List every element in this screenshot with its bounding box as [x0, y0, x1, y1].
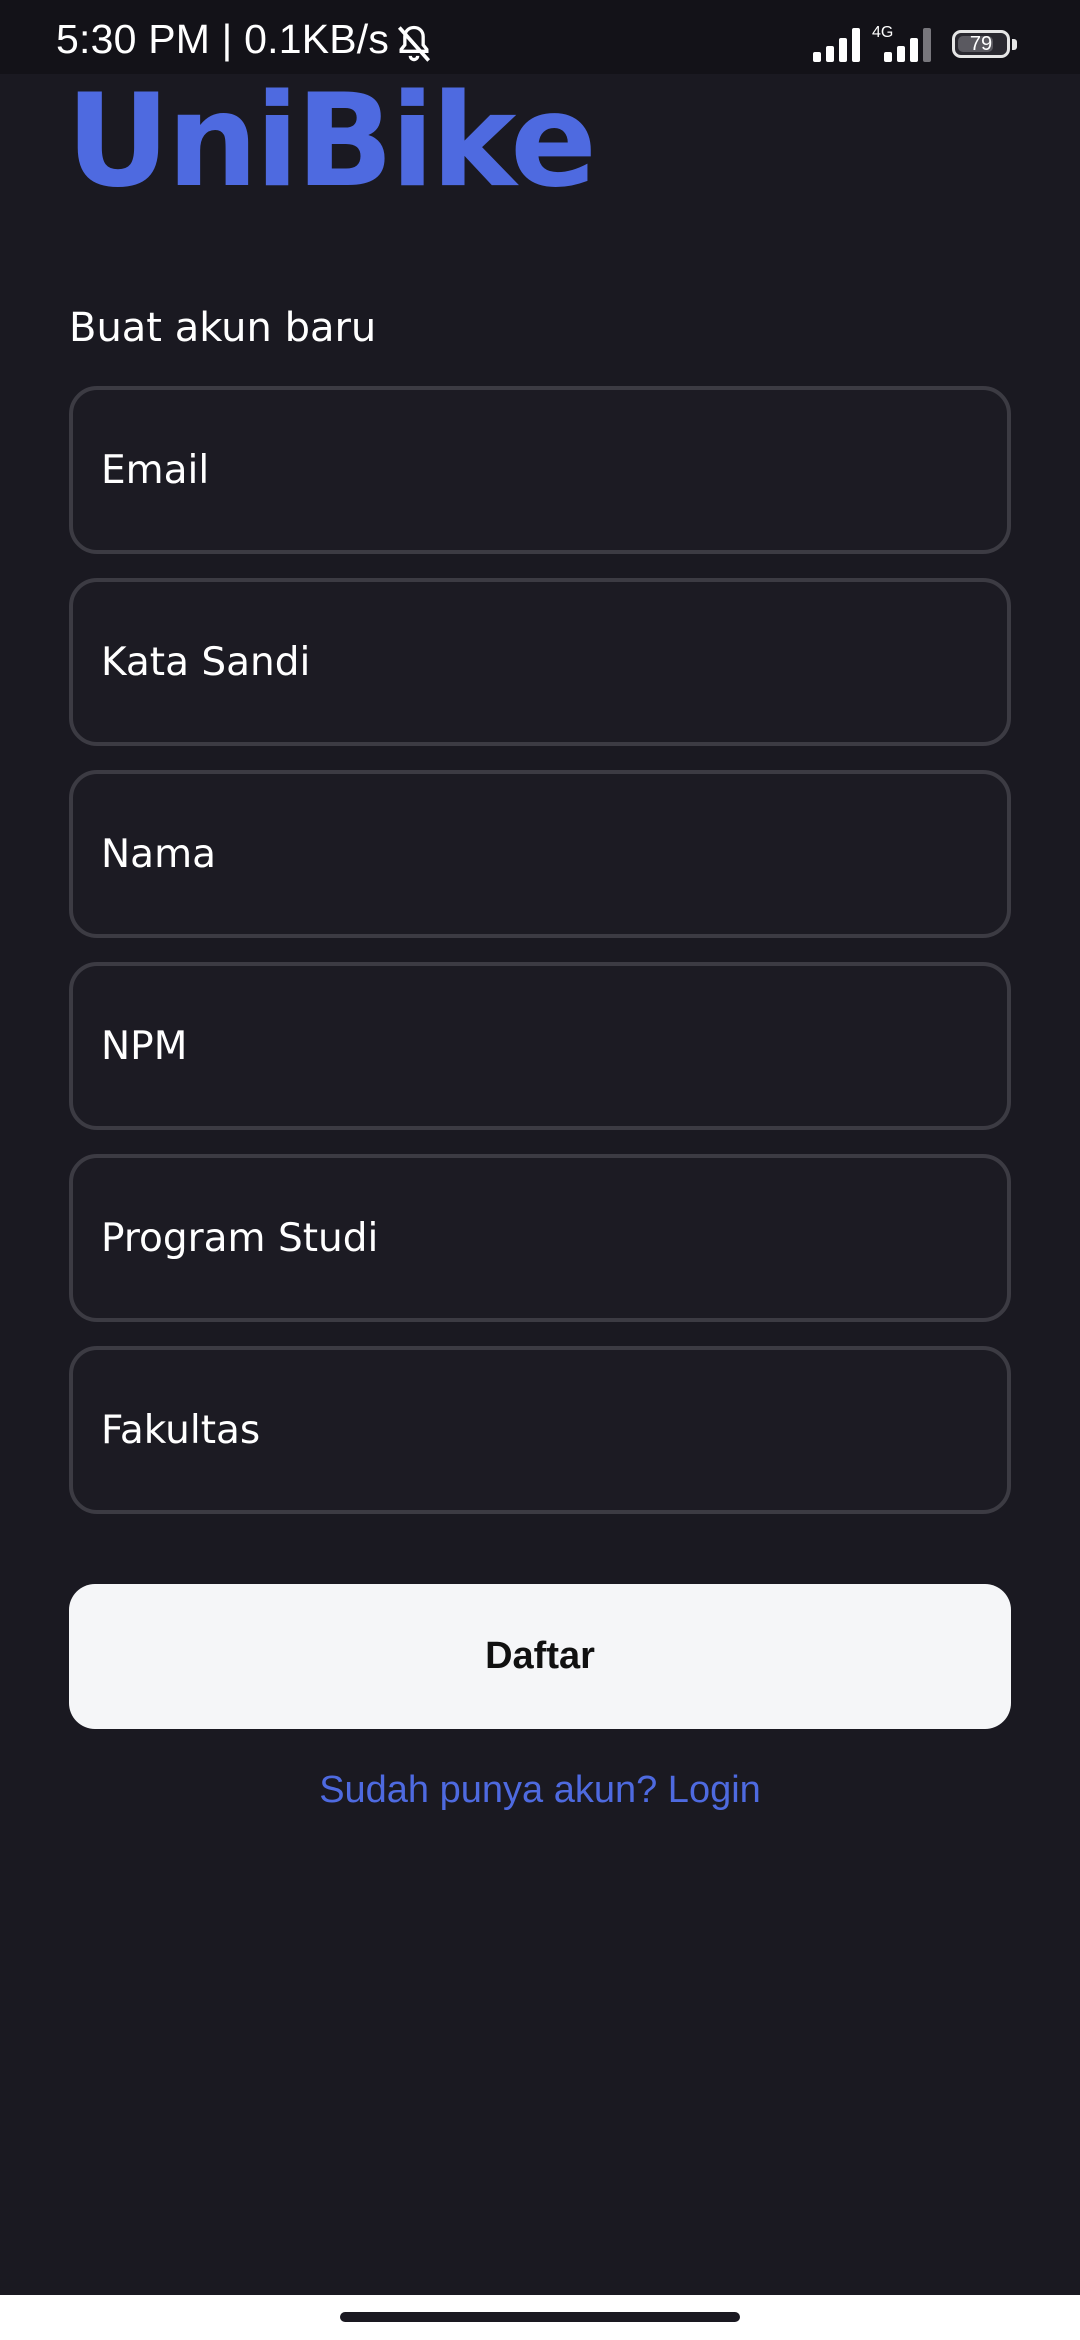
faculty-field[interactable]: [69, 1346, 1011, 1514]
status-bar: 5:30 PM | 0.1KB/s 4G 79: [0, 0, 1080, 74]
email-input[interactable]: [101, 390, 981, 550]
password-input[interactable]: [101, 582, 981, 742]
battery-level: 79: [969, 33, 993, 55]
signal-icon: [813, 28, 860, 62]
login-link[interactable]: Sudah punya akun? Login: [0, 1771, 1080, 1809]
name-field[interactable]: [69, 770, 1011, 938]
status-time-speed: 5:30 PM | 0.1KB/s: [56, 16, 390, 62]
study-program-input[interactable]: [101, 1158, 981, 1318]
name-input[interactable]: [101, 774, 981, 934]
npm-field[interactable]: [69, 962, 1011, 1130]
email-field[interactable]: [69, 386, 1011, 554]
faculty-input[interactable]: [101, 1350, 981, 1510]
signup-screen: 5:30 PM | 0.1KB/s 4G 79 UniBike Buat aku…: [0, 0, 1080, 2340]
npm-input[interactable]: [101, 966, 981, 1126]
bell-off-icon: [397, 25, 431, 62]
form-heading: Buat akun baru: [69, 305, 377, 351]
home-indicator[interactable]: [340, 2312, 740, 2322]
register-button[interactable]: Daftar: [69, 1584, 1011, 1729]
study-program-field[interactable]: [69, 1154, 1011, 1322]
battery-cap: [1012, 39, 1017, 50]
app-logo: UniBike: [66, 67, 597, 216]
password-field[interactable]: [69, 578, 1011, 746]
signal-icon: [884, 28, 931, 62]
